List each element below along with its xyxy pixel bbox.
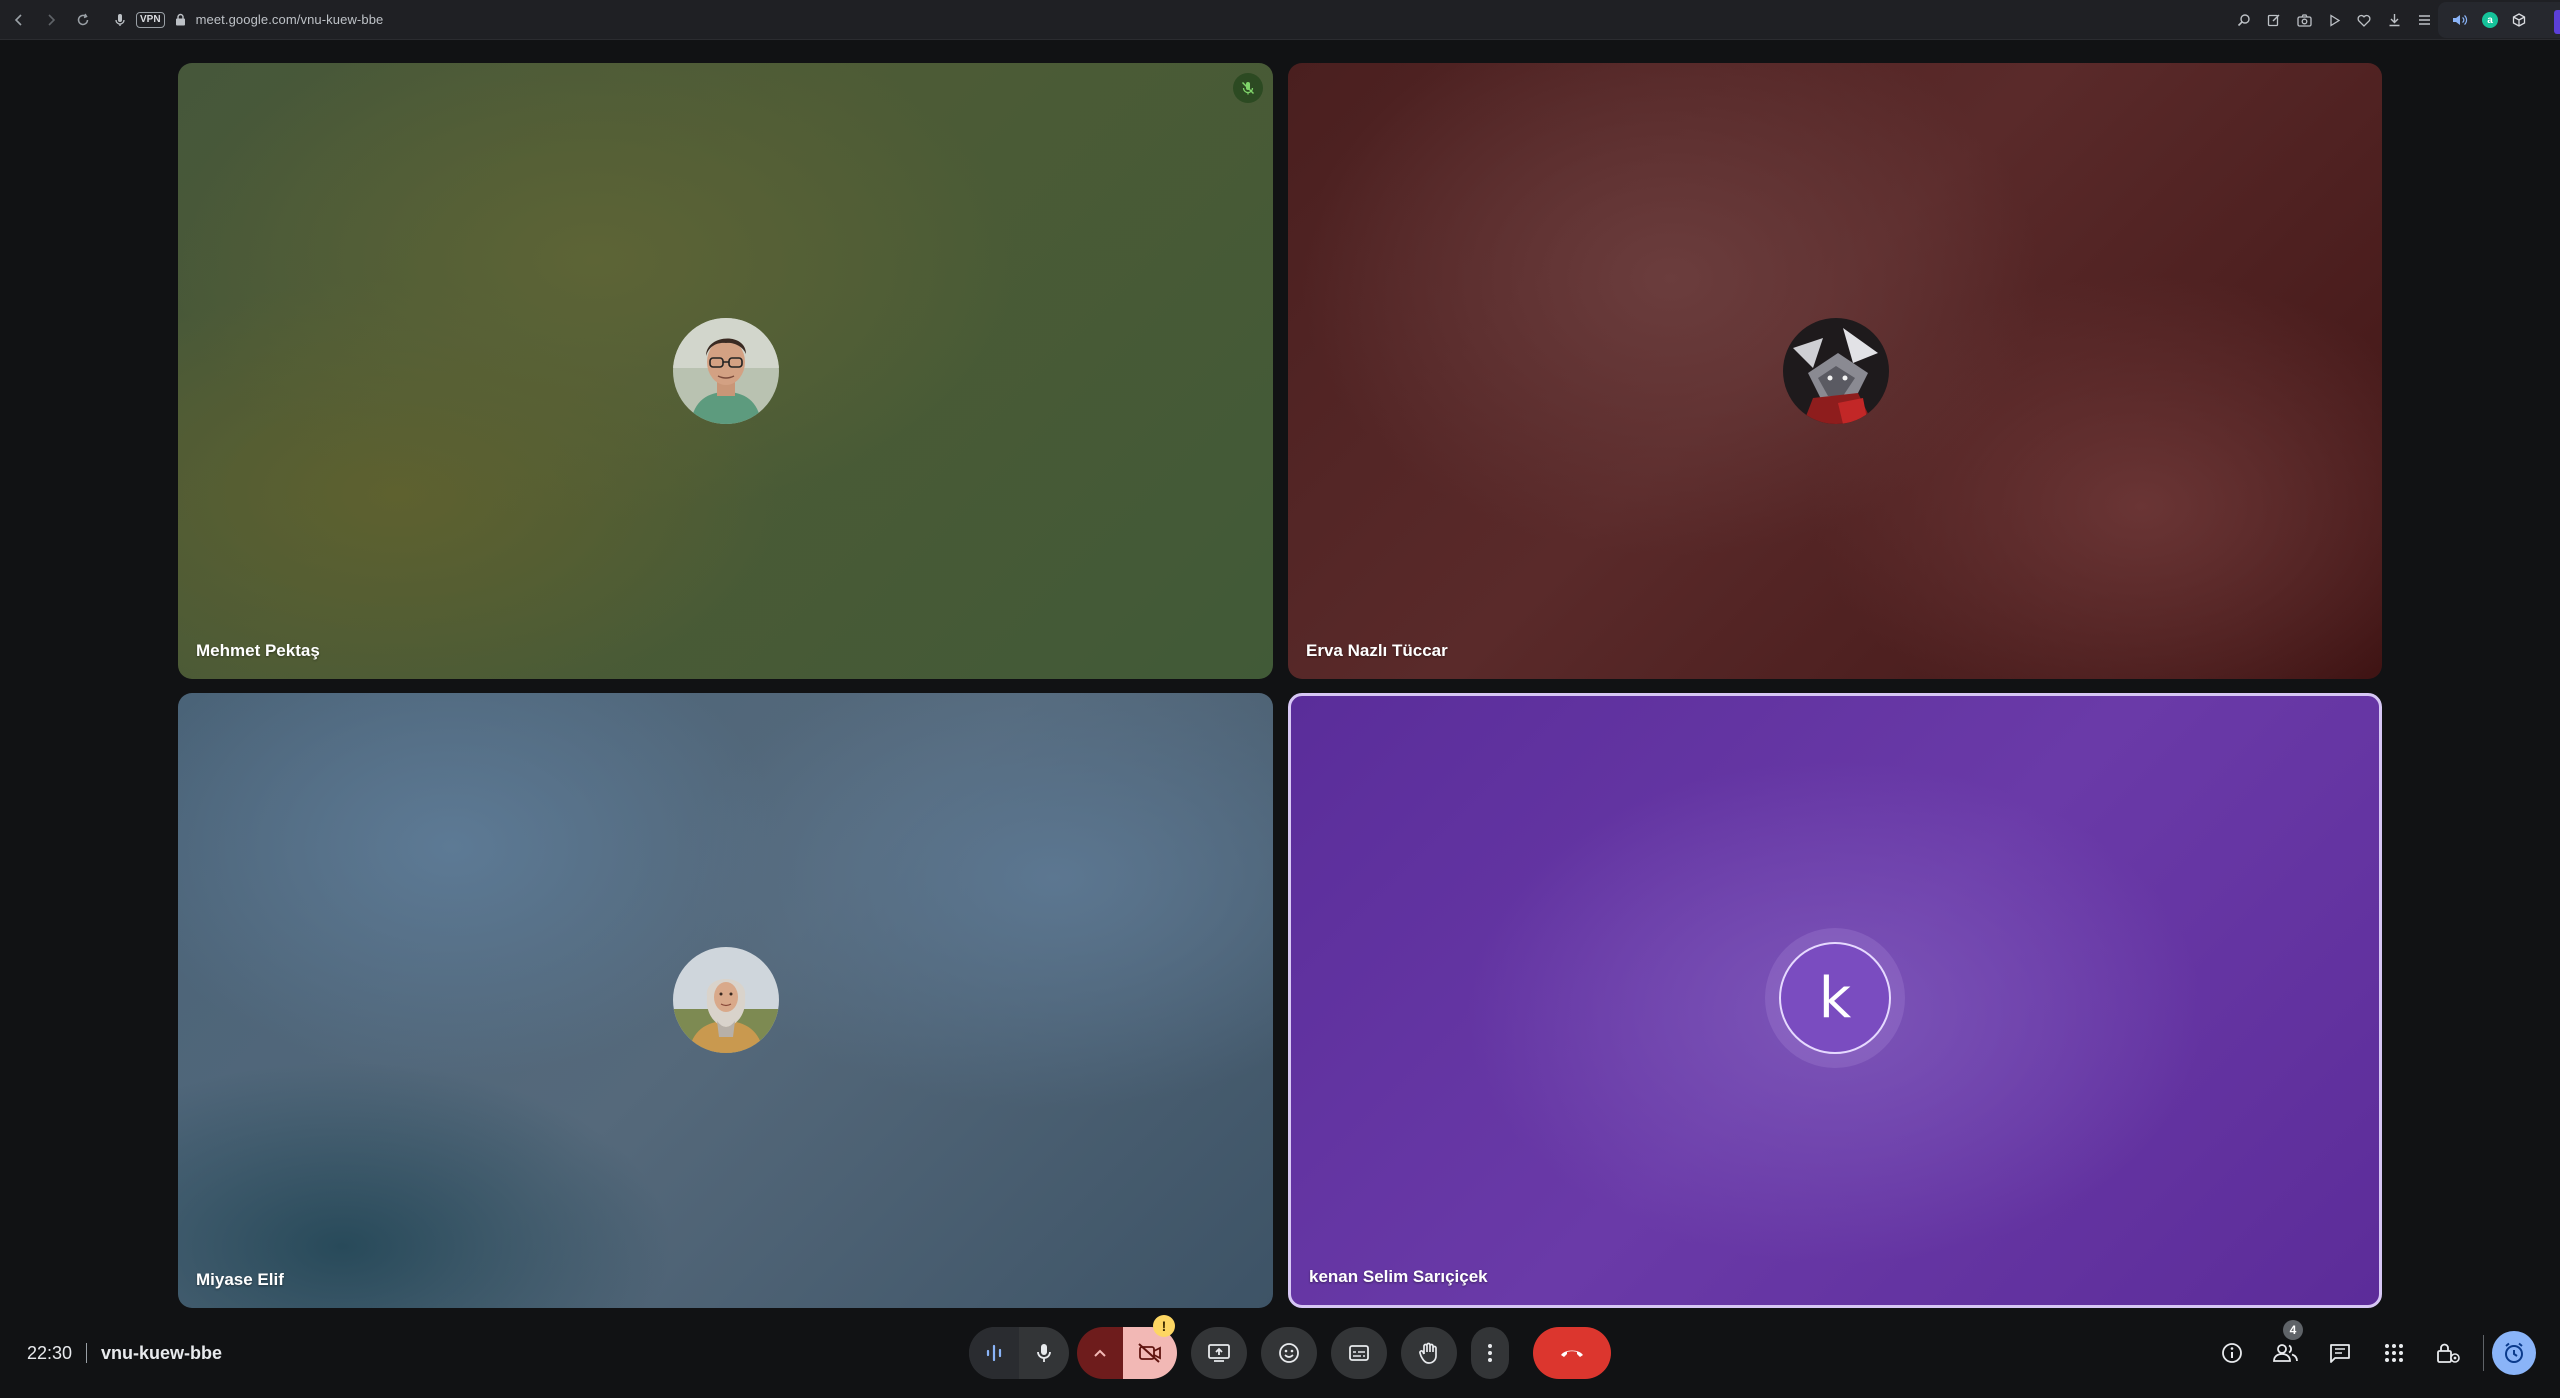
url-text[interactable]: meet.google.com/vnu-kuew-bbe <box>196 12 384 27</box>
participant-tile[interactable]: Erva Nazlı Tüccar <box>1288 63 2382 679</box>
initial-avatar: k <box>1779 942 1891 1054</box>
divider <box>86 1343 88 1363</box>
grammar-extension-icon[interactable]: a <box>2482 12 2498 28</box>
reload-icon[interactable] <box>70 7 96 33</box>
call-controls: ! <box>969 1315 1611 1380</box>
divider <box>2483 1335 2484 1371</box>
speaking-ring: k <box>1765 928 1905 1068</box>
microphone-in-use-icon[interactable] <box>114 13 126 27</box>
leave-call-button[interactable] <box>1533 1327 1611 1379</box>
menu-icon[interactable] <box>2416 12 2432 28</box>
side-panel-edge[interactable] <box>2554 10 2560 34</box>
participant-tile-active[interactable]: k kenan Selim Sarıçiçek <box>1288 693 2382 1308</box>
camera-options-button[interactable] <box>1077 1327 1123 1379</box>
mic-off-icon <box>1233 73 1263 103</box>
back-icon[interactable] <box>6 7 32 33</box>
activities-button[interactable] <box>2367 1326 2421 1380</box>
chat-button[interactable] <box>2313 1326 2367 1380</box>
audio-options-button[interactable] <box>969 1327 1019 1379</box>
vpn-badge[interactable]: VPN <box>136 11 165 28</box>
meeting-info: 22:30 vnu-kuew-bbe <box>27 1340 222 1366</box>
extensions-panel: a <box>2438 2 2560 38</box>
camera-snapshot-icon[interactable] <box>2296 12 2312 28</box>
participant-name: kenan Selim Sarıçiçek <box>1309 1267 1488 1286</box>
more-options-button[interactable] <box>1471 1327 1509 1379</box>
browser-toolbar: VPN meet.google.com/vnu-kuew-bbe a <box>0 0 2560 40</box>
meeting-details-button[interactable] <box>2205 1326 2259 1380</box>
play-icon[interactable] <box>2326 12 2342 28</box>
raise-hand-button[interactable] <box>1401 1327 1457 1379</box>
people-button[interactable]: 4 <box>2259 1320 2313 1380</box>
participant-avatar <box>673 947 779 1053</box>
participant-name: Mehmet Pektaş <box>196 641 320 660</box>
camera-off-button[interactable]: ! <box>1123 1315 1177 1379</box>
participant-tile[interactable]: Miyase Elif <box>178 693 1273 1308</box>
participant-name: Erva Nazlı Tüccar <box>1306 641 1448 660</box>
audio-playing-icon[interactable] <box>2452 13 2468 27</box>
participant-name: Miyase Elif <box>196 1270 284 1289</box>
edit-icon[interactable] <box>2266 12 2282 28</box>
host-controls-button[interactable] <box>2421 1326 2475 1380</box>
camera-control: ! <box>1077 1315 1177 1379</box>
browser-tools <box>2236 0 2470 40</box>
microphone-control <box>969 1327 1069 1379</box>
microphone-button[interactable] <box>1019 1327 1069 1379</box>
download-icon[interactable] <box>2386 12 2402 28</box>
forward-icon[interactable] <box>38 7 64 33</box>
participant-tile[interactable]: Mehmet Pektaş <box>178 63 1273 679</box>
participant-avatar <box>673 318 779 424</box>
timer-extension-button[interactable] <box>2492 1331 2536 1375</box>
reactions-button[interactable] <box>1261 1327 1317 1379</box>
meeting-tools: 4 <box>2205 1320 2536 1380</box>
people-count-badge: 4 <box>2283 1320 2303 1340</box>
meeting-code: vnu-kuew-bbe <box>101 1342 223 1363</box>
meeting-time: 22:30 <box>27 1342 73 1363</box>
extension-cube-icon[interactable] <box>2512 13 2526 27</box>
present-screen-button[interactable] <box>1191 1327 1247 1379</box>
captions-button[interactable] <box>1331 1327 1387 1379</box>
participant-avatar <box>1783 318 1889 424</box>
heart-icon[interactable] <box>2356 12 2372 28</box>
address-bar[interactable]: VPN meet.google.com/vnu-kuew-bbe <box>114 0 383 40</box>
lock-icon[interactable] <box>175 13 186 26</box>
search-page-icon[interactable] <box>2236 12 2252 28</box>
camera-warning-badge[interactable]: ! <box>1153 1315 1175 1337</box>
